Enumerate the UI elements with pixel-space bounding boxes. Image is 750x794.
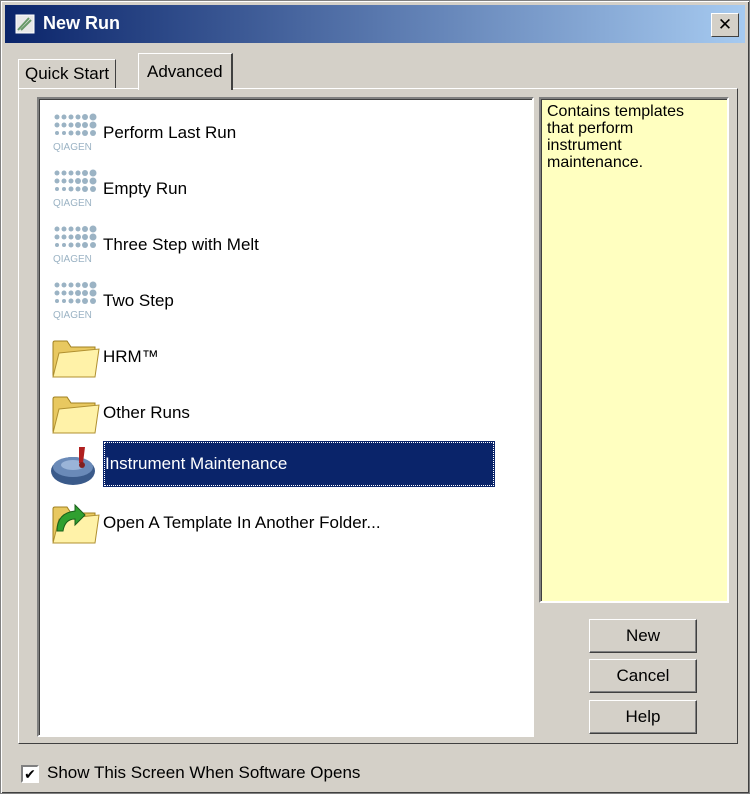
svg-text:QIAGEN: QIAGEN (53, 198, 92, 209)
help-button-label: Help (625, 707, 661, 726)
tab-advanced-label: Advanced (147, 62, 223, 81)
qiagen-logo-icon: QIAGEN (53, 169, 97, 209)
cancel-button-label: Cancel (616, 666, 670, 685)
app-icon (15, 14, 35, 34)
svg-text:QIAGEN: QIAGEN (53, 142, 92, 153)
show-screen-label: Show This Screen When Software Opens (47, 763, 361, 782)
cancel-button[interactable]: Cancel (589, 659, 697, 693)
folder-icon (52, 396, 100, 434)
qiagen-logo-icon: QIAGEN (53, 113, 97, 153)
list-item-three-step-with-melt[interactable]: QIAGEN Three Step with Melt (45, 221, 515, 269)
list-item-hrm[interactable]: HRM™ (45, 333, 515, 381)
show-screen-checkbox[interactable]: ✔ (21, 765, 39, 783)
window-title: New Run (43, 13, 121, 33)
list-item-instrument-maintenance[interactable]: Instrument Maintenance (45, 441, 515, 489)
list-item-label: Other Runs (103, 403, 190, 422)
folder-icon (52, 340, 100, 378)
list-item-two-step[interactable]: QIAGEN Two Step (45, 277, 515, 325)
new-button[interactable]: New (589, 619, 697, 653)
list-item-label: Open A Template In Another Folder... (103, 513, 381, 532)
instrument-maintenance-icon (51, 447, 95, 485)
list-item-label: Two Step (103, 291, 174, 310)
close-button[interactable]: ✕ (711, 13, 739, 37)
title-bar[interactable]: New Run ✕ (5, 5, 745, 43)
list-item-label: Instrument Maintenance (103, 441, 495, 487)
new-button-label: New (625, 626, 660, 645)
qiagen-logo-icon: QIAGEN (53, 225, 97, 265)
qiagen-logo-icon: QIAGEN (53, 281, 97, 321)
list-item-other-runs[interactable]: Other Runs (45, 389, 515, 437)
help-button[interactable]: Help (589, 700, 697, 734)
svg-text:QIAGEN: QIAGEN (53, 310, 92, 321)
list-item-label: Three Step with Melt (103, 235, 259, 254)
list-item-label: Perform Last Run (103, 123, 237, 142)
list-item-open-template[interactable]: Open A Template In Another Folder... (45, 499, 515, 547)
description-panel: Contains templates that perform instrume… (539, 97, 729, 603)
tab-quick-start-label: Quick Start (25, 64, 110, 83)
tab-advanced[interactable]: Advanced (138, 53, 233, 90)
list-item-label: HRM™ (103, 347, 159, 366)
svg-text:QIAGEN: QIAGEN (53, 254, 92, 265)
list-item-label: Empty Run (103, 179, 188, 198)
open-folder-icon (52, 503, 100, 544)
new-run-dialog: New Run ✕ Quick Start Advanced QIAGEN Pe… (0, 0, 750, 794)
tab-quick-start[interactable]: Quick Start (18, 59, 117, 90)
template-list[interactable]: QIAGEN Perform Last Run QIAGEN Empty Run (37, 97, 534, 737)
list-item-empty-run[interactable]: QIAGEN Empty Run (45, 165, 515, 213)
list-item-perform-last-run[interactable]: QIAGEN Perform Last Run (45, 109, 515, 157)
